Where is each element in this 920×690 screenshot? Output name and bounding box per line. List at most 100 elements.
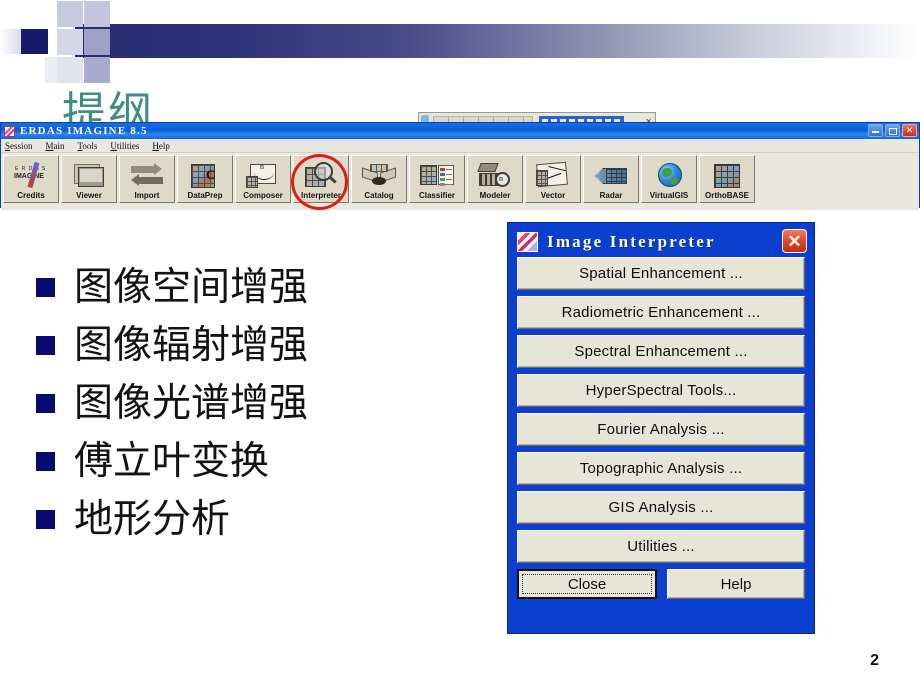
toolbar-button-label: Modeler xyxy=(479,191,511,200)
hyperspectral-tools-button[interactable]: HyperSpectral Tools... xyxy=(517,374,805,407)
close-icon[interactable]: ✕ xyxy=(902,124,917,137)
list-item-label: 地形分析 xyxy=(74,496,231,542)
close-button[interactable]: Close xyxy=(517,569,657,599)
close-button-label: Close xyxy=(567,575,607,593)
utilities-button[interactable]: Utilities ... xyxy=(517,530,805,563)
toolbar-button-viewer[interactable]: Viewer xyxy=(61,155,117,203)
menu-rest: ession xyxy=(10,140,33,151)
header-deco-square xyxy=(84,1,110,27)
menu-rest: ain xyxy=(53,140,65,151)
viewer-monitor-icon xyxy=(72,162,106,190)
menu-item-session[interactable]: Session xyxy=(5,141,33,151)
header-deco-square xyxy=(84,29,110,55)
erdas-toolbar: E R D A S IMAGINE Credits Viewer Import C… xyxy=(1,153,919,210)
dialog-titlebar: Image Interpreter ✕ xyxy=(511,226,811,257)
catalog-icon xyxy=(362,162,396,190)
erdas-imagine-credits-icon: E R D A S IMAGINE xyxy=(14,161,48,190)
image-interpreter-dialog: Image Interpreter ✕ Spatial Enhancement … xyxy=(507,222,815,634)
menu-mnemonic: M xyxy=(45,140,54,151)
radiometric-enhancement-button[interactable]: Radiometric Enhancement ... xyxy=(517,296,805,329)
topographic-analysis-button[interactable]: Topographic Analysis ... xyxy=(517,452,805,485)
menu-rest: elp xyxy=(158,140,170,151)
list-item: 图像辐射增强 xyxy=(36,316,456,374)
composer-map-icon: n xyxy=(246,162,280,190)
list-item-label: 图像辐射增强 xyxy=(74,322,309,368)
toolbar-button-label: Classifier xyxy=(418,191,456,200)
toolbar-button-modeler[interactable]: n Modeler xyxy=(467,155,523,203)
header-deco-square-dark xyxy=(21,29,48,54)
import-arrows-icon xyxy=(130,162,164,190)
orthobase-grid-icon xyxy=(710,162,744,190)
list-item: 图像空间增强 xyxy=(36,258,456,316)
toolbar-button-label: Vector xyxy=(540,191,566,200)
toolbar-button-label: Viewer xyxy=(76,191,102,200)
bullet-square-icon xyxy=(36,277,55,297)
help-button[interactable]: Help xyxy=(667,569,805,599)
erdas-window-controls: ✕ xyxy=(868,124,917,137)
erdas-menubar: Session Main Tools Utilities Help xyxy=(1,139,919,153)
menu-item-tools[interactable]: Tools xyxy=(78,141,98,151)
menu-rest: ools xyxy=(82,140,98,151)
menu-item-utilities[interactable]: Utilities xyxy=(110,141,139,151)
dataprep-grid-icon: C xyxy=(188,162,222,190)
toolbar-button-label: OrthoBASE xyxy=(705,191,749,200)
list-item: 图像光谱增强 xyxy=(36,374,456,432)
toolbar-button-vector[interactable]: Vector xyxy=(525,155,581,203)
list-item-label: 傅立叶变换 xyxy=(74,438,270,484)
dialog-close-icon[interactable]: ✕ xyxy=(782,229,807,253)
erdas-title-text: ERDAS IMAGINE 8.5 xyxy=(20,125,148,137)
dialog-footer: Close Help xyxy=(517,569,805,599)
radar-fan-icon xyxy=(594,162,628,190)
outline-bullet-list: 图像空间增强 图像辐射增强 图像光谱增强 傅立叶变换 地形分析 xyxy=(36,258,456,548)
fourier-analysis-button[interactable]: Fourier Analysis ... xyxy=(517,413,805,446)
help-button-label: Help xyxy=(720,575,752,593)
list-item: 地形分析 xyxy=(36,490,456,548)
bullet-square-icon xyxy=(36,393,55,413)
toolbar-button-label: Credits xyxy=(17,191,45,200)
erdas-app-icon xyxy=(517,231,538,252)
toolbar-button-label: Interpreter xyxy=(300,191,341,200)
interpreter-magnifier-icon xyxy=(304,162,338,190)
list-item: 傅立叶变换 xyxy=(36,432,456,490)
bullet-square-icon xyxy=(36,451,55,471)
toolbar-button-radar[interactable]: Radar xyxy=(583,155,639,203)
header-deco-square xyxy=(57,1,83,27)
header-deco-square xyxy=(57,29,83,55)
toolbar-button-label: Radar xyxy=(599,191,623,200)
spectral-enhancement-button[interactable]: Spectral Enhancement ... xyxy=(517,335,805,368)
toolbar-button-composer[interactable]: n Composer xyxy=(235,155,291,203)
toolbar-button-label: Import xyxy=(134,191,160,200)
classifier-legend-icon xyxy=(420,162,454,190)
toolbar-button-orthobase[interactable]: OrthoBASE xyxy=(699,155,755,203)
page-number: 2 xyxy=(870,652,879,669)
gis-analysis-button[interactable]: GIS Analysis ... xyxy=(517,491,805,524)
spatial-enhancement-button[interactable]: Spatial Enhancement ... xyxy=(517,257,805,290)
toolbar-button-label: VirtualGIS xyxy=(649,191,689,200)
toolbar-button-classifier[interactable]: Classifier xyxy=(409,155,465,203)
dialog-body: Spatial Enhancement ... Radiometric Enha… xyxy=(511,257,811,605)
toolbar-button-label: DataPrep xyxy=(187,191,223,200)
toolbar-button-dataprep[interactable]: C DataPrep xyxy=(177,155,233,203)
toolbar-button-interpreter[interactable]: Interpreter xyxy=(293,155,349,203)
menu-rest: tilities xyxy=(116,140,140,151)
toolbar-button-catalog[interactable]: Catalog xyxy=(351,155,407,203)
erdas-titlebar: ERDAS IMAGINE 8.5 ✕ xyxy=(1,123,919,139)
list-item-label: 图像空间增强 xyxy=(74,264,309,310)
minimize-icon[interactable] xyxy=(868,124,883,137)
bullet-square-icon xyxy=(36,335,55,355)
menu-item-main[interactable]: Main xyxy=(46,141,65,151)
dialog-title-text: Image Interpreter xyxy=(547,231,716,251)
toolbar-button-virtualgis[interactable]: VirtualGIS xyxy=(641,155,697,203)
erdas-app-icon xyxy=(4,125,15,137)
vector-sheet-icon xyxy=(536,161,570,190)
list-item-label: 图像光谱增强 xyxy=(74,380,309,426)
toolbar-button-label: Composer xyxy=(243,191,283,200)
menu-item-help[interactable]: Help xyxy=(152,141,170,151)
toolbar-button-import[interactable]: Import xyxy=(119,155,175,203)
maximize-icon[interactable] xyxy=(885,124,900,137)
toolbar-button-credits[interactable]: E R D A S IMAGINE Credits xyxy=(3,155,59,203)
erdas-imagine-window: ERDAS IMAGINE 8.5 ✕ Session Main Tools U… xyxy=(0,122,920,210)
header-fade-block xyxy=(0,29,22,54)
toolbar-button-label: Catalog xyxy=(364,191,394,200)
modeler-icon: n xyxy=(477,162,512,190)
